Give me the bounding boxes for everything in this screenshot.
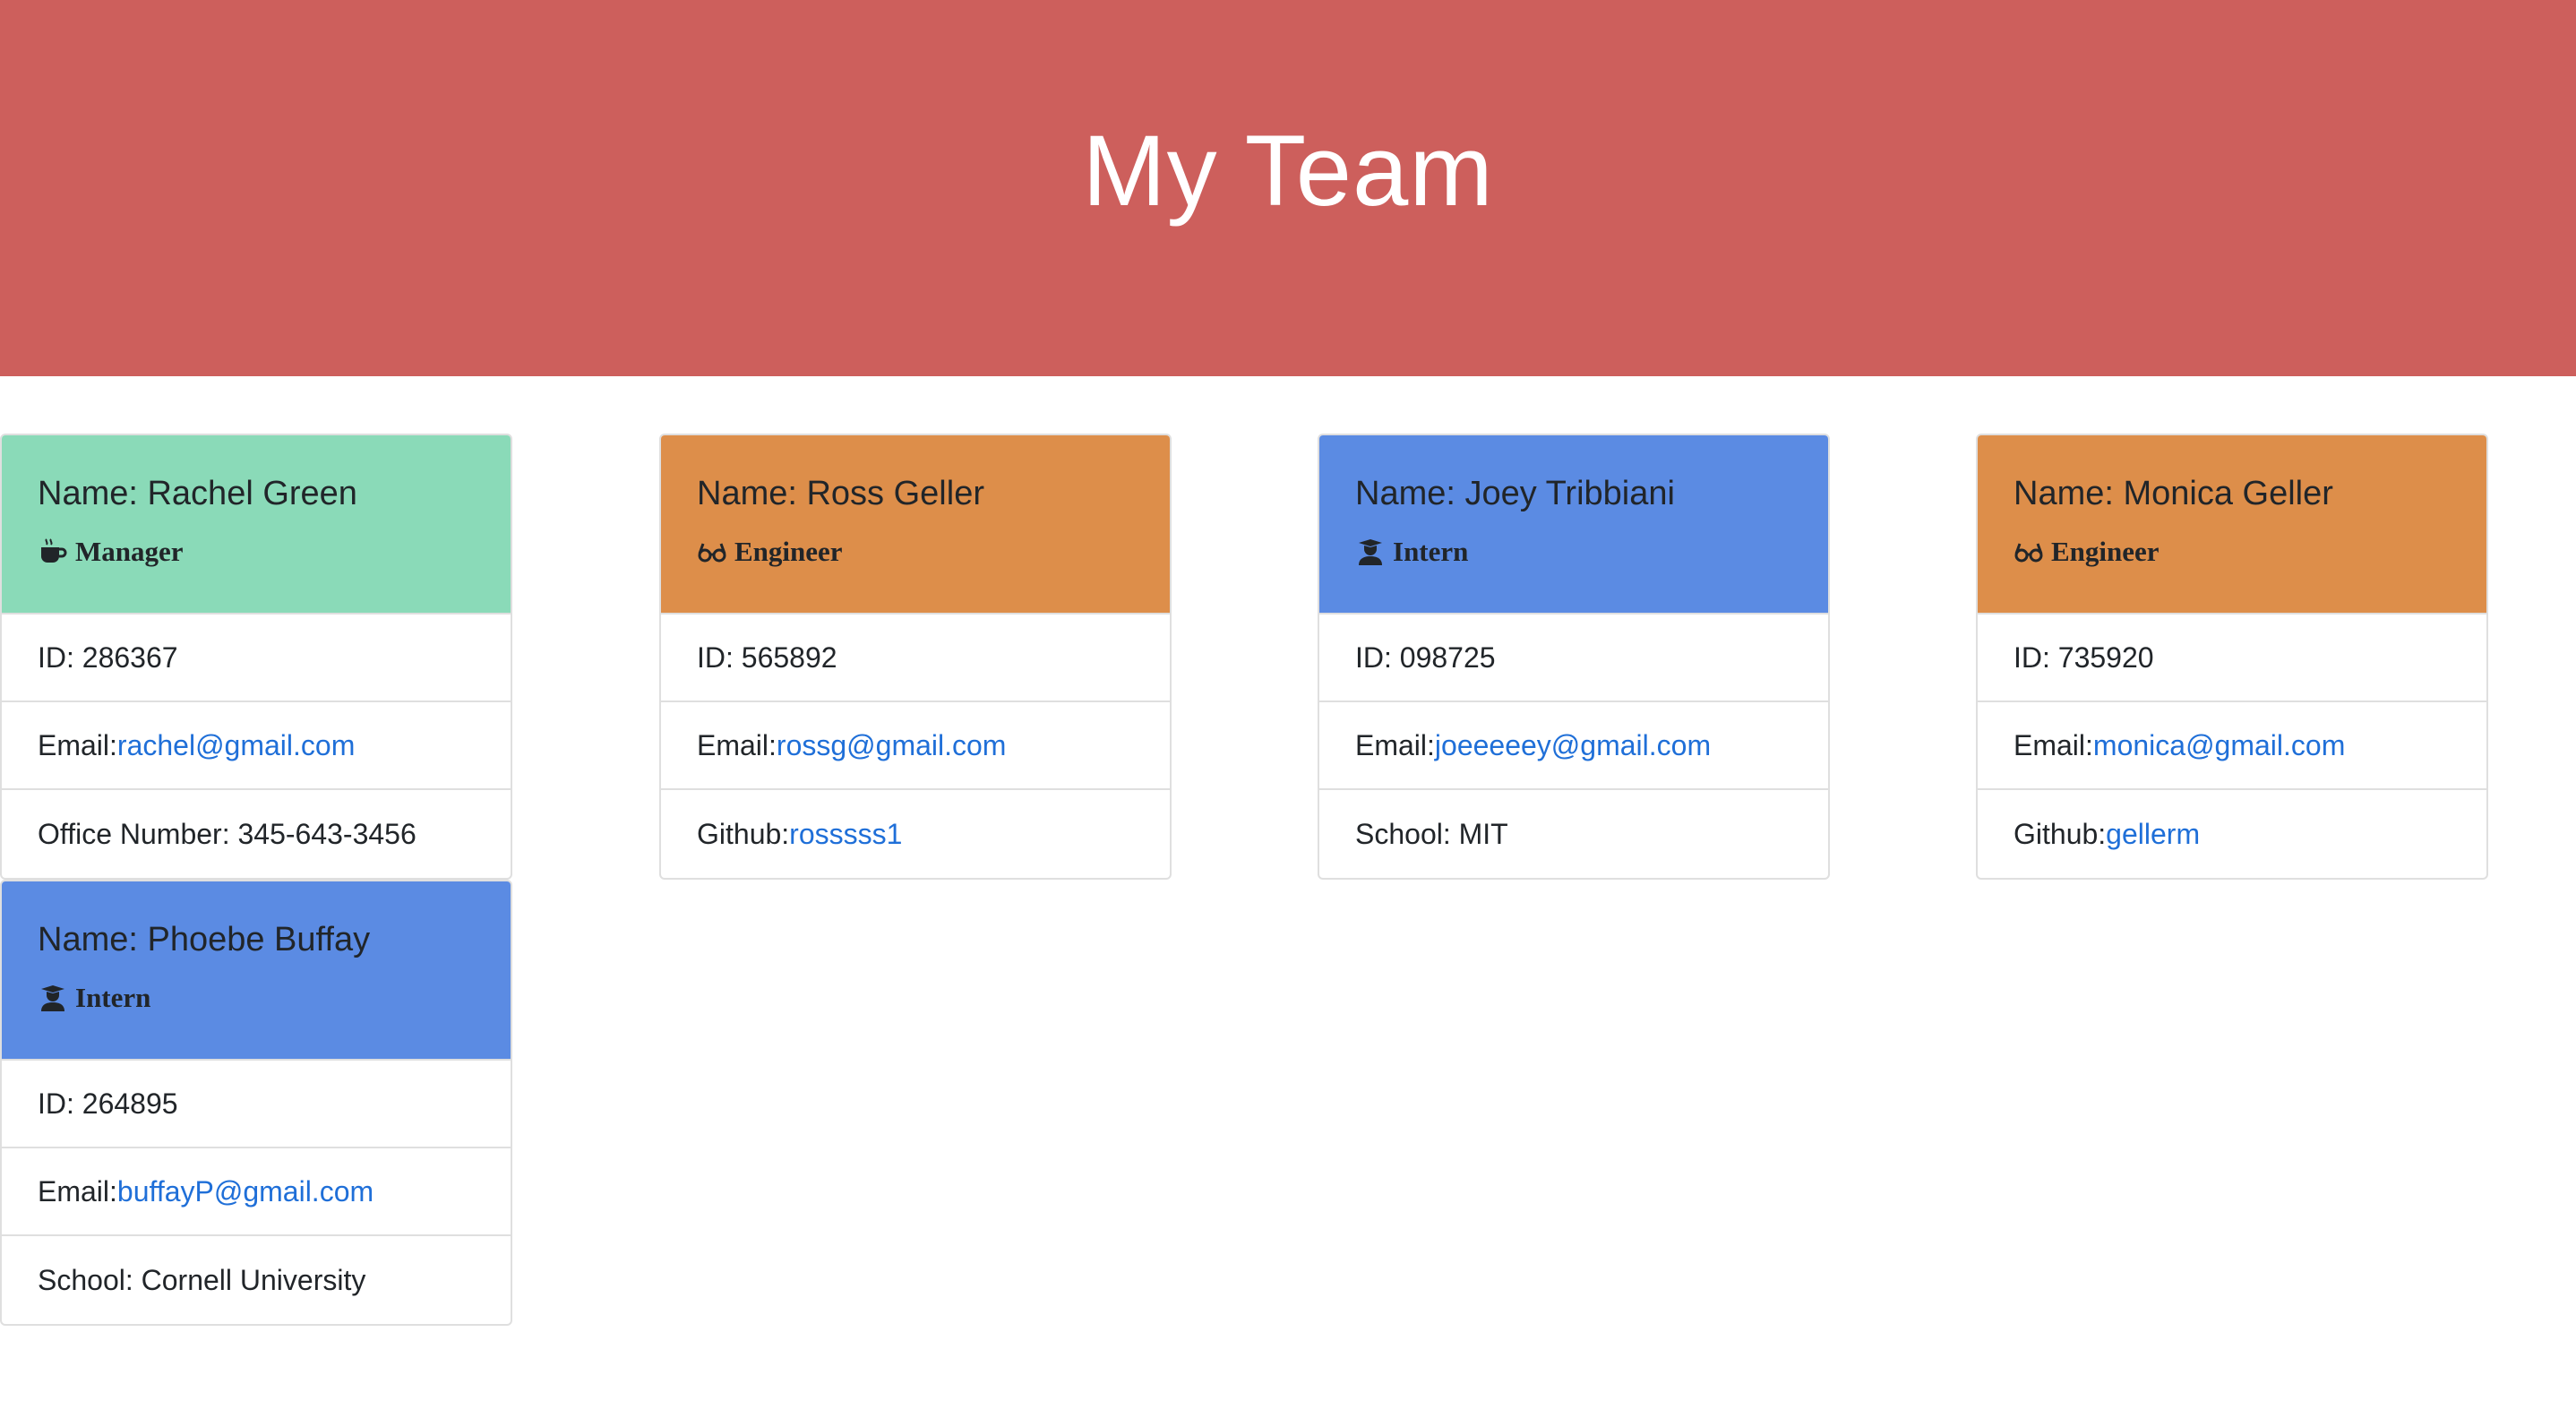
graduate-icon: [1355, 537, 1386, 566]
email-link[interactable]: rachel@gmail.com: [117, 729, 355, 762]
id-text: ID: 264895: [38, 1087, 178, 1120]
id-text: ID: 565892: [697, 640, 837, 674]
id-text: ID: 098725: [1355, 640, 1496, 674]
employee-email: Email: monica@gmail.com: [1978, 702, 2486, 790]
employee-card: Name: Monica Geller Engineer ID: 735920 …: [1976, 434, 2488, 880]
github-label: Github:: [2014, 817, 2107, 850]
team-header-banner: My Team: [0, 0, 2576, 376]
card-header: Name: Joey Tribbiani Intern: [1319, 435, 1828, 615]
id-text: ID: 735920: [2014, 640, 2154, 674]
email-link[interactable]: buffayP@gmail.com: [117, 1175, 374, 1208]
email-label: Email:: [697, 728, 777, 761]
id-text: ID: 286367: [38, 640, 178, 674]
glasses-icon: [697, 537, 727, 566]
employee-office-number: Office Number: 345-643-3456: [2, 790, 511, 878]
card-header: Name: Phoebe Buffay Intern: [2, 881, 511, 1061]
email-link[interactable]: monica@gmail.com: [2093, 729, 2345, 762]
email-label: Email:: [38, 1174, 117, 1208]
employee-school: School: Cornell University: [2, 1236, 511, 1324]
employee-id: ID: 098725: [1319, 615, 1828, 702]
coffee-icon: [38, 537, 68, 566]
employee-card: Name: Ross Geller Engineer ID: 565892 Em…: [659, 434, 1172, 880]
employee-role: Manager: [38, 536, 511, 568]
employee-name: Name: Joey Tribbiani: [1355, 475, 1675, 512]
school-text: School: Cornell University: [38, 1263, 366, 1296]
school-text: School: MIT: [1355, 817, 1508, 850]
email-link[interactable]: rossg@gmail.com: [777, 729, 1007, 762]
employee-role: Intern: [1355, 536, 1828, 568]
card-header: Name: Ross Geller Engineer: [661, 435, 1170, 615]
github-link[interactable]: rosssss1: [789, 818, 902, 851]
employee-name: Name: Ross Geller: [697, 475, 984, 512]
role-label: Intern: [1393, 536, 1469, 567]
role-label: Engineer: [2051, 536, 2160, 567]
employee-card: Name: Phoebe Buffay Intern ID: 264895 Em…: [0, 880, 512, 1326]
employee-email: Email: rossg@gmail.com: [661, 702, 1170, 790]
employee-role: Intern: [38, 982, 511, 1014]
employee-id: ID: 286367: [2, 615, 511, 702]
employee-name: Name: Monica Geller: [2014, 475, 2333, 512]
employee-id: ID: 735920: [1978, 615, 2486, 702]
role-label: Intern: [75, 982, 151, 1013]
employee-id: ID: 565892: [661, 615, 1170, 702]
email-label: Email:: [1355, 728, 1435, 761]
graduate-icon: [38, 984, 68, 1012]
employee-github: Github: rosssss1: [661, 790, 1170, 878]
employee-id: ID: 264895: [2, 1061, 511, 1148]
github-link[interactable]: gellerm: [2106, 818, 2200, 851]
employee-email: Email: joeeeeey@gmail.com: [1319, 702, 1828, 790]
card-header: Name: Monica Geller Engineer: [1978, 435, 2486, 615]
employee-role: Engineer: [697, 536, 1170, 568]
email-link[interactable]: joeeeeey@gmail.com: [1435, 729, 1711, 762]
role-label: Manager: [75, 536, 184, 567]
email-label: Email:: [38, 728, 117, 761]
employee-role: Engineer: [2014, 536, 2486, 568]
role-label: Engineer: [734, 536, 843, 567]
employee-github: Github: gellerm: [1978, 790, 2486, 878]
employee-email: Email: rachel@gmail.com: [2, 702, 511, 790]
office-number-text: Office Number: 345-643-3456: [38, 817, 416, 850]
github-label: Github:: [697, 817, 790, 850]
employee-name: Name: Rachel Green: [38, 475, 357, 512]
glasses-icon: [2014, 537, 2044, 566]
employee-email: Email: buffayP@gmail.com: [2, 1148, 511, 1236]
employee-card: Name: Rachel Green Manager ID: 286367 Em…: [0, 434, 512, 880]
employee-name: Name: Phoebe Buffay: [38, 921, 371, 958]
employee-school: School: MIT: [1319, 790, 1828, 878]
card-header: Name: Rachel Green Manager: [2, 435, 511, 615]
email-label: Email:: [2014, 728, 2093, 761]
page-title: My Team: [1082, 114, 1494, 227]
employee-card: Name: Joey Tribbiani Intern ID: 098725 E…: [1318, 434, 1830, 880]
